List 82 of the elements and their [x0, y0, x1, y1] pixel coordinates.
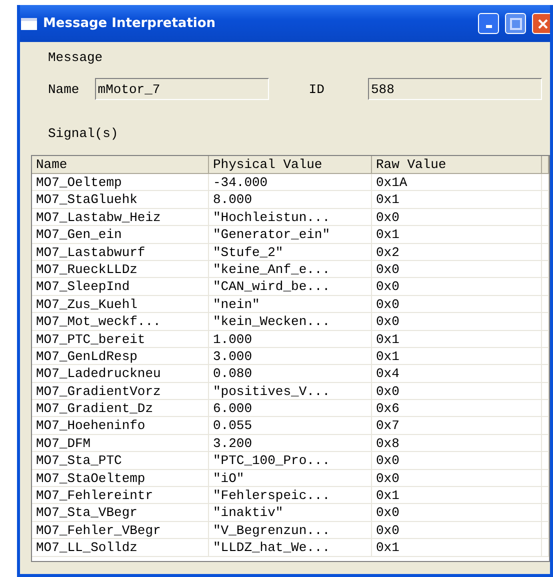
column-header[interactable]: Raw Value	[372, 156, 542, 174]
id-field[interactable]: 588	[368, 78, 542, 100]
table-cell: "PTC_100_Pro...	[209, 452, 372, 470]
table-cell: 0x1A	[372, 174, 542, 192]
name-label: Name	[48, 82, 80, 96]
table-cell: 0x1	[372, 330, 542, 348]
table-cell: 3.200	[209, 434, 372, 452]
table-cell: 0x0	[372, 504, 542, 522]
table-cell: MO7_Hoeheninfo	[32, 417, 209, 435]
table-cell: MO7_Fehlereintr	[32, 487, 209, 504]
table-cell: MO7_LL_Solldz	[32, 539, 209, 557]
table-cell: MO7_Gradient_Dz	[32, 400, 209, 418]
table-cell: 0x1	[372, 348, 542, 366]
table-cell: MO7_GenLdResp	[32, 348, 209, 366]
table-cell: "nein"	[209, 296, 372, 314]
table-cell: 0x0	[372, 260, 542, 278]
table-cell: 0x0	[372, 208, 542, 226]
maximize-button[interactable]	[505, 13, 526, 34]
signals-heading: Signal(s)	[47, 126, 120, 141]
table-cell: MO7_StaGluehk	[32, 191, 209, 209]
table-cell: -34.000	[209, 174, 372, 192]
table-cell: "Generator_ein"	[209, 226, 372, 244]
table-cell: MO7_SleepInd	[32, 278, 209, 296]
table-cell: 0x0	[372, 470, 542, 488]
table-cell: MO7_Lastabw_Heiz	[32, 208, 209, 226]
table-cell: "LLDZ_hat_We...	[209, 539, 372, 557]
table-cell: "positives_V...	[209, 382, 372, 400]
window-icon	[21, 18, 37, 30]
table-cell: MO7_Sta_PTC	[32, 452, 209, 470]
table-cell: 0.080	[209, 365, 372, 383]
table-cell: MO7_Lastabwurf	[32, 244, 209, 261]
table-cell: MO7_Sta_VBegr	[32, 504, 209, 522]
table-cell: 0x8	[372, 434, 542, 452]
table-cell: 0x0	[372, 522, 542, 540]
column-header[interactable]: Name	[32, 156, 209, 174]
table-cell: MO7_Mot_weckf...	[32, 313, 209, 331]
table-cell: "keine_Anf_e...	[209, 260, 372, 278]
close-button[interactable]	[532, 13, 550, 34]
table-cell: MO7_GradientVorz	[32, 382, 209, 400]
minimize-button[interactable]	[478, 13, 499, 34]
table-cell: MO7_Fehler_VBegr	[32, 522, 209, 540]
table-cell: 0x7	[372, 417, 542, 435]
table-cell: MO7_StaOeltemp	[32, 470, 209, 488]
table-cell: 0x6	[372, 400, 542, 418]
table-cell: MO7_Zus_Kuehl	[32, 296, 209, 314]
table-cell: 0x0	[372, 313, 542, 331]
table-cell: MO7_Ladedruckneu	[32, 365, 209, 383]
table-cell: 3.000	[209, 348, 372, 366]
name-field[interactable]: mMotor_7	[94, 78, 269, 100]
window-title: Message Interpretation	[43, 16, 217, 31]
table-cell: "Hochleistun...	[209, 208, 372, 226]
table-cell: "iO"	[209, 470, 372, 488]
table-cell: 0x2	[372, 244, 542, 261]
message-heading: Message	[47, 50, 104, 65]
table-cell: 0x0	[372, 278, 542, 296]
table-cell: "Stufe_2"	[209, 244, 372, 261]
table-cell: "V_Begrenzun...	[209, 522, 372, 540]
table-cell: 8.000	[209, 191, 372, 209]
table-cell: MO7_Oeltemp	[32, 174, 209, 192]
table-cell: MO7_RueckLLDz	[32, 260, 209, 278]
table-cell: 0x0	[372, 452, 542, 470]
table-cell: 0x0	[372, 296, 542, 314]
table-cell: 1.000	[209, 330, 372, 348]
table-cell: 0x1	[372, 191, 542, 209]
table-cell: "Fehlerspeic...	[209, 487, 372, 504]
table-cell: MO7_Gen_ein	[32, 226, 209, 244]
table-cell: "inaktiv"	[209, 504, 372, 522]
id-label: ID	[308, 82, 326, 96]
table-cell: MO7_PTC_bereit	[32, 330, 209, 348]
maximize-icon	[510, 18, 522, 30]
table-cell: 0.055	[209, 417, 372, 435]
table-cell: MO7_DFM	[32, 434, 209, 452]
table-cell: "CAN_wird_be...	[209, 278, 372, 296]
table-cell: 6.000	[209, 400, 372, 418]
table-cell: "kein_Wecken...	[209, 313, 372, 331]
table-cell: 0x1	[372, 226, 542, 244]
column-header[interactable]: Physical Value	[209, 156, 372, 174]
table-cell: 0x1	[372, 487, 542, 504]
table-cell: 0x1	[372, 539, 542, 557]
table-cell: 0x4	[372, 365, 542, 383]
close-icon	[538, 18, 548, 28]
table-cell: 0x0	[372, 382, 542, 400]
